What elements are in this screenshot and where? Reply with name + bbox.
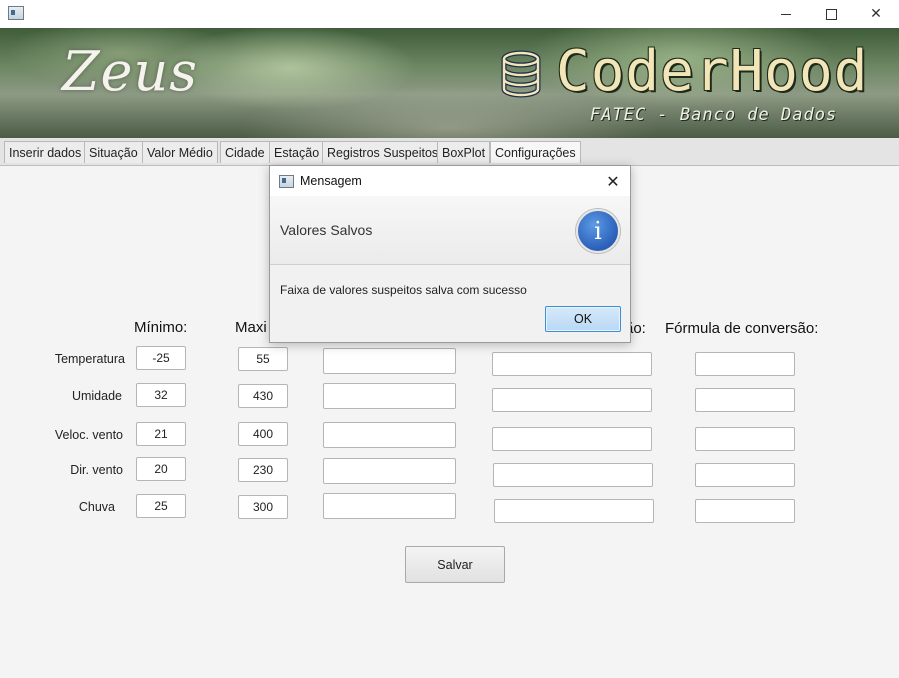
minimize-icon [781,13,791,15]
formula-field-umidade[interactable] [695,388,795,412]
row-label-chuva: Chuva [78,500,115,514]
col3-field-chuva[interactable] [323,493,456,519]
tab-boxplot[interactable]: BoxPlot [437,141,491,163]
dialog-app-icon [279,175,294,188]
header-formula-conversao: Fórmula de conversão: [665,320,819,337]
col4-field-umidade[interactable] [492,388,652,412]
col3-field-umidade[interactable] [323,383,456,409]
max-field-temperatura[interactable] [238,347,288,371]
col3-field-dir-vento[interactable] [323,458,456,484]
message-dialog: Mensagem ✕ Valores Salvos i Faixa de val… [269,165,631,343]
tab-cidade[interactable]: Cidade [220,141,270,163]
dialog-message: Faixa de valores suspeitos salva com suc… [280,283,527,297]
header-banner: Zeus CoderHood FATEC - Banco de Dados [0,28,899,138]
close-icon: ✕ [870,6,882,22]
tab-inserir-dados[interactable]: Inserir dados [4,141,87,163]
close-button[interactable]: ✕ [853,0,899,28]
min-field-umidade[interactable] [136,383,186,407]
database-icon [501,50,541,98]
header-minimo: Mínimo: [134,319,188,336]
dialog-heading: Valores Salvos [280,222,373,238]
max-field-chuva[interactable] [238,495,288,519]
dialog-header: Valores Salvos i [270,196,630,265]
save-button[interactable]: Salvar [405,546,505,583]
minimize-button[interactable] [763,0,809,28]
formula-field-veloc-vento[interactable] [695,427,795,451]
col4-field-veloc-vento[interactable] [492,427,652,451]
col4-field-temperatura[interactable] [492,352,652,376]
tab-estacao[interactable]: Estação [269,141,325,163]
formula-field-chuva[interactable] [695,499,795,523]
close-icon: ✕ [606,171,620,191]
maximize-button[interactable] [808,0,854,28]
col3-field-veloc-vento[interactable] [323,422,456,448]
min-field-veloc-vento[interactable] [136,422,186,446]
formula-field-dir-vento[interactable] [695,463,795,487]
max-field-umidade[interactable] [238,384,288,408]
row-label-dir-vento: Dir. vento [70,463,123,477]
header-maximo: Maxi [235,319,267,336]
maximize-icon [825,8,837,20]
tab-valor-medio[interactable]: Valor Médio [142,141,218,163]
col4-field-dir-vento[interactable] [493,463,653,487]
ok-button[interactable]: OK [545,306,621,332]
tab-registros-suspeitos[interactable]: Registros Suspeitos [322,141,444,163]
dialog-close-button[interactable]: ✕ [596,166,630,196]
col4-field-chuva[interactable] [494,499,654,523]
min-field-chuva[interactable] [136,494,186,518]
min-field-dir-vento[interactable] [136,457,186,481]
row-label-umidade: Umidade [71,389,122,403]
row-label-temperatura: Temperatura [54,352,125,366]
dialog-titlebar: Mensagem ✕ [270,166,630,196]
tab-configuracoes[interactable]: Configurações [490,141,581,163]
window-titlebar: ✕ [0,0,899,28]
row-label-veloc-vento: Veloc. vento [54,428,123,442]
max-field-dir-vento[interactable] [238,458,288,482]
banner-zeus-title: Zeus [62,40,198,103]
app-icon [8,6,24,20]
banner-brand: CoderHood [556,39,869,104]
max-field-veloc-vento[interactable] [238,422,288,446]
col3-field-temperatura[interactable] [323,348,456,374]
formula-field-temperatura[interactable] [695,352,795,376]
banner-subtitle: FATEC - Banco de Dados [590,105,838,125]
tab-situacao[interactable]: Situação [84,141,143,163]
min-field-temperatura[interactable] [136,346,186,370]
dialog-title: Mensagem [300,174,362,188]
tab-bar: Inserir dados Situação Valor Médio Cidad… [0,138,899,166]
info-icon: i [576,209,620,253]
